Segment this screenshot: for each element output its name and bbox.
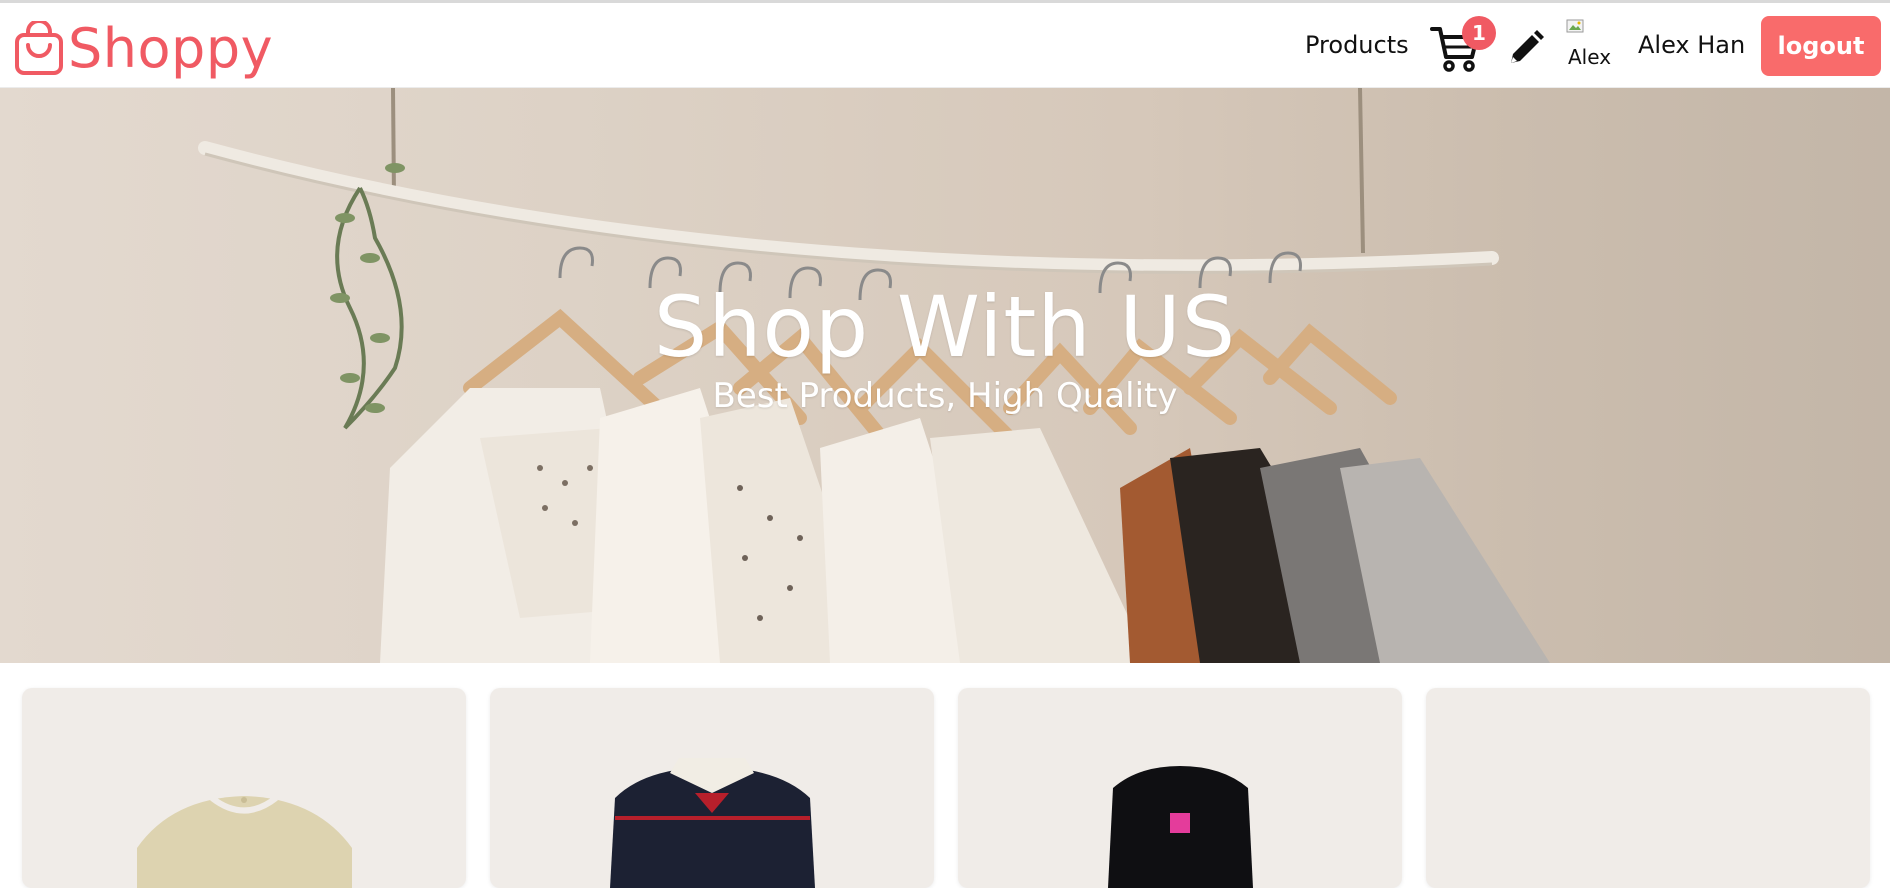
hero-title: Shop With US (653, 278, 1237, 376)
user-name: Alex Han (1638, 31, 1746, 59)
cart-count-badge: 1 (1462, 16, 1496, 50)
avatar[interactable]: Alex (1566, 19, 1616, 71)
pencil-icon[interactable] (1505, 29, 1545, 69)
product-image-navy-jacket (610, 758, 815, 888)
product-card[interactable] (958, 688, 1402, 888)
brand-logo-link[interactable]: Shoppy (14, 17, 273, 81)
brand-name: Shoppy (68, 17, 274, 80)
product-card[interactable] (1426, 688, 1870, 888)
shopping-bag-icon (15, 21, 63, 75)
cart-button[interactable]: 1 (1430, 16, 1496, 73)
hero-subtitle: Best Products, High Quality (712, 376, 1178, 416)
broken-image-icon (1566, 19, 1584, 33)
navbar: Shoppy Products 1 Alex Alex Han logout (0, 3, 1890, 88)
avatar-alt-text: Alex (1568, 45, 1612, 69)
hero-banner: Shop With US Best Products, High Quality (0, 88, 1890, 663)
nav-products-link[interactable]: Products (1305, 31, 1409, 59)
product-grid (0, 663, 1890, 888)
product-card[interactable] (490, 688, 934, 888)
logout-button[interactable]: logout (1761, 16, 1881, 76)
product-image-beige-top (137, 795, 352, 888)
product-card[interactable] (22, 688, 466, 888)
product-image-black-top (1108, 766, 1253, 888)
